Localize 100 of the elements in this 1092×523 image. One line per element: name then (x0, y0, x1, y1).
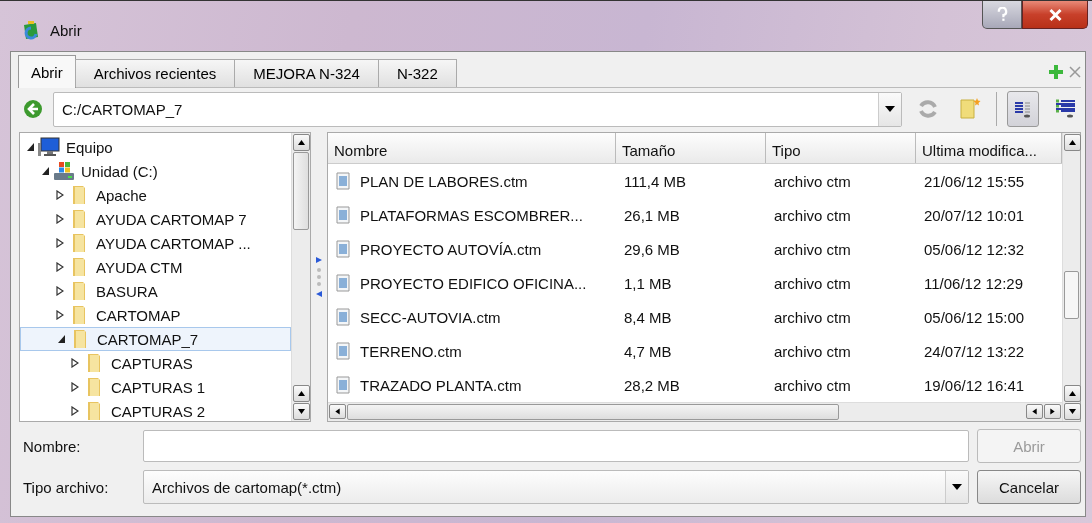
file-type-label: Tipo archivo: (22, 478, 110, 496)
file-date: 11/06/12 12:29 (924, 274, 1023, 292)
computer-icon (38, 137, 60, 157)
detail-list-icon (1013, 99, 1033, 119)
path-field[interactable]: C:/CARTOMAP_7 (53, 91, 902, 127)
expand-arrow-icon[interactable] (56, 238, 64, 248)
file-name[interactable]: SECC-AUTOVIA.ctm (360, 308, 501, 326)
tree-label: BASURA (95, 282, 158, 300)
file-type: archivo ctm (774, 376, 851, 394)
collapse-arrow-icon[interactable] (57, 334, 65, 344)
file-type-dropdown[interactable]: Archivos de cartomap(*.ctm) (143, 470, 969, 504)
file-type: archivo ctm (774, 240, 851, 258)
file-size: 1,1 MB (624, 274, 672, 292)
file-size: 4,7 MB (624, 342, 672, 360)
file-icon (336, 342, 350, 360)
file-name[interactable]: TERRENO.ctm (360, 342, 462, 360)
tree-label: CARTOMAP (95, 306, 181, 324)
app-icon (22, 20, 40, 40)
tree-item[interactable]: CARTOMAP (20, 303, 291, 327)
detail-view-button[interactable] (1007, 91, 1039, 127)
tree-label: AYUDA CARTOMAP 7 (95, 210, 247, 228)
expand-arrow-icon[interactable] (56, 190, 64, 200)
tab[interactable]: N-322 (377, 59, 457, 87)
file-date: 05/06/12 12:32 (924, 240, 1025, 258)
name-field[interactable] (143, 430, 969, 462)
expand-arrow-icon[interactable] (56, 214, 64, 224)
file-size: 26,1 MB (624, 206, 680, 224)
drive-icon (53, 161, 75, 181)
column-header[interactable]: Tamaño (616, 133, 766, 163)
splitter-handle[interactable] (316, 257, 322, 297)
close-button[interactable] (1022, 1, 1088, 29)
tree-label: AYUDA CARTOMAP ... (95, 234, 251, 252)
scrollbar[interactable] (291, 133, 310, 421)
file-name[interactable]: PROYECTO EDIFICO OFICINA... (360, 274, 587, 292)
file-size: 29,6 MB (624, 240, 680, 258)
dropdown-arrow-icon[interactable] (952, 484, 962, 490)
help-button[interactable] (982, 1, 1022, 29)
file-date: 24/07/12 13:22 (924, 342, 1025, 360)
scrollbar[interactable] (1062, 133, 1080, 421)
tree-label: CAPTURAS 1 (110, 378, 206, 396)
scroll-thumb[interactable] (293, 152, 309, 230)
file-date: 21/06/12 15:55 (924, 172, 1025, 190)
file-type: archivo ctm (774, 206, 851, 224)
file-name[interactable]: PROYECTO AUTOVÍA.ctm (360, 240, 542, 258)
file-name[interactable]: PLAN DE LABORES.ctm (360, 172, 528, 190)
tab[interactable]: Abrir (18, 55, 76, 88)
expand-arrow-icon[interactable] (71, 406, 79, 416)
tree-label: AYUDA CTM (95, 258, 183, 276)
file-name[interactable]: PLATAFORMAS ESCOMBRER... (360, 206, 583, 224)
tree-item[interactable]: AYUDA CARTOMAP 7 (20, 207, 291, 231)
tree-item[interactable]: CARTOMAP_7 (20, 327, 291, 351)
file-date: 20/07/12 10:01 (924, 206, 1025, 224)
file-size: 8,4 MB (624, 308, 672, 326)
tab[interactable]: Archivos recientes (74, 59, 236, 87)
dropdown-arrow-icon[interactable] (885, 106, 895, 112)
name-label: Nombre: (22, 437, 82, 455)
file-icon (336, 308, 350, 326)
tree-item[interactable]: AYUDA CARTOMAP ... (20, 231, 291, 255)
file-name[interactable]: TRAZADO PLANTA.ctm (360, 376, 522, 394)
tree-item[interactable]: CAPTURAS 1 (20, 375, 291, 399)
tree-label: Unidad (C:) (80, 162, 158, 180)
tree-item[interactable]: BASURA (20, 279, 291, 303)
column-header[interactable]: Nombre (328, 133, 616, 163)
file-icon (336, 172, 350, 190)
tree-label: CARTOMAP_7 (96, 330, 199, 348)
file-icon (336, 206, 350, 224)
tab[interactable]: MEJORA N-324 (234, 59, 379, 87)
file-icon (336, 240, 350, 258)
file-date: 05/06/12 15:00 (924, 308, 1025, 326)
cancel-button[interactable]: Cancelar (977, 470, 1081, 504)
file-type: archivo ctm (774, 274, 851, 292)
tree-item[interactable]: Unidad (C:) (20, 159, 291, 183)
tree-item[interactable]: Equipo (20, 135, 291, 159)
tree-item[interactable]: AYUDA CTM (20, 255, 291, 279)
tree-item[interactable]: Apache (20, 183, 291, 207)
expand-arrow-icon[interactable] (56, 286, 64, 296)
file-date: 19/06/12 16:41 (924, 376, 1025, 394)
collapse-arrow-icon[interactable] (26, 142, 34, 152)
collapse-arrow-icon[interactable] (41, 166, 49, 176)
file-size: 111,4 MB (624, 172, 686, 190)
tree-item[interactable]: CAPTURAS (20, 351, 291, 375)
question-mark-icon (996, 7, 1008, 22)
tree-label: Equipo (65, 138, 113, 156)
expand-arrow-icon[interactable] (56, 262, 64, 272)
expand-arrow-icon[interactable] (71, 358, 79, 368)
column-header[interactable]: Tipo (766, 133, 916, 163)
expand-arrow-icon[interactable] (56, 310, 64, 320)
file-size: 28,2 MB (624, 376, 680, 394)
scroll-thumb[interactable] (347, 404, 839, 420)
horizontal-scrollbar[interactable] (328, 402, 1062, 421)
expand-arrow-icon[interactable] (71, 382, 79, 392)
back-icon[interactable] (23, 99, 43, 119)
close-icon (1047, 7, 1063, 22)
scroll-thumb[interactable] (1064, 271, 1079, 319)
tree-label: CAPTURAS 2 (110, 402, 206, 420)
tree-item[interactable]: CAPTURAS 2 (20, 399, 291, 421)
tree-label: Apache (95, 186, 147, 204)
file-type: archivo ctm (774, 342, 851, 360)
file-type: archivo ctm (774, 308, 851, 326)
tree-label: CAPTURAS (110, 354, 193, 372)
